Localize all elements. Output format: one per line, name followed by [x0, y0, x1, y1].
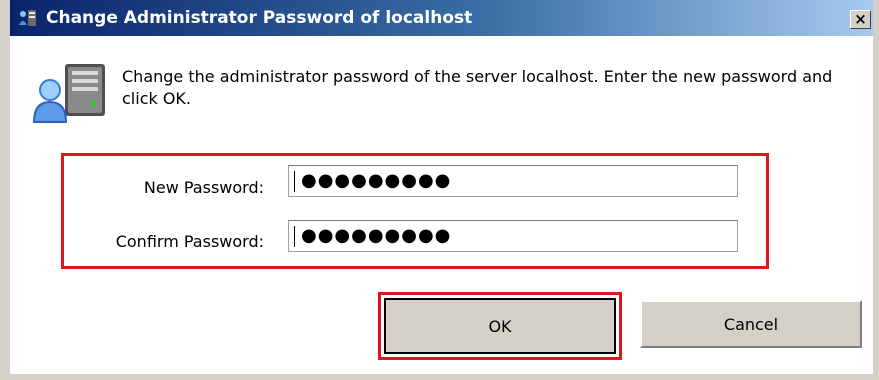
ok-button[interactable]: OK: [384, 298, 616, 354]
cancel-button[interactable]: Cancel: [640, 300, 862, 348]
ok-button-highlight: OK: [378, 292, 622, 360]
text-caret: [294, 226, 295, 247]
title-bar[interactable]: Change Administrator Password of localho…: [10, 0, 873, 36]
text-caret: [294, 171, 295, 192]
dialog-window: Change Administrator Password of localho…: [0, 0, 879, 380]
new-password-label: New Password:: [143, 178, 264, 197]
new-password-input[interactable]: ●●●●●●●●●: [288, 165, 738, 197]
masked-value: ●●●●●●●●●: [301, 170, 452, 191]
server-users-icon: [32, 62, 112, 124]
instruction-text: Change the administrator password of the…: [122, 67, 833, 108]
confirm-password-input[interactable]: ●●●●●●●●●: [288, 220, 738, 252]
close-icon: ×: [854, 10, 867, 28]
window-title: Change Administrator Password of localho…: [46, 8, 473, 28]
close-button[interactable]: ×: [850, 10, 871, 29]
confirm-password-label: Confirm Password:: [115, 232, 264, 251]
masked-value: ●●●●●●●●●: [301, 225, 452, 246]
server-users-icon: [18, 8, 38, 28]
